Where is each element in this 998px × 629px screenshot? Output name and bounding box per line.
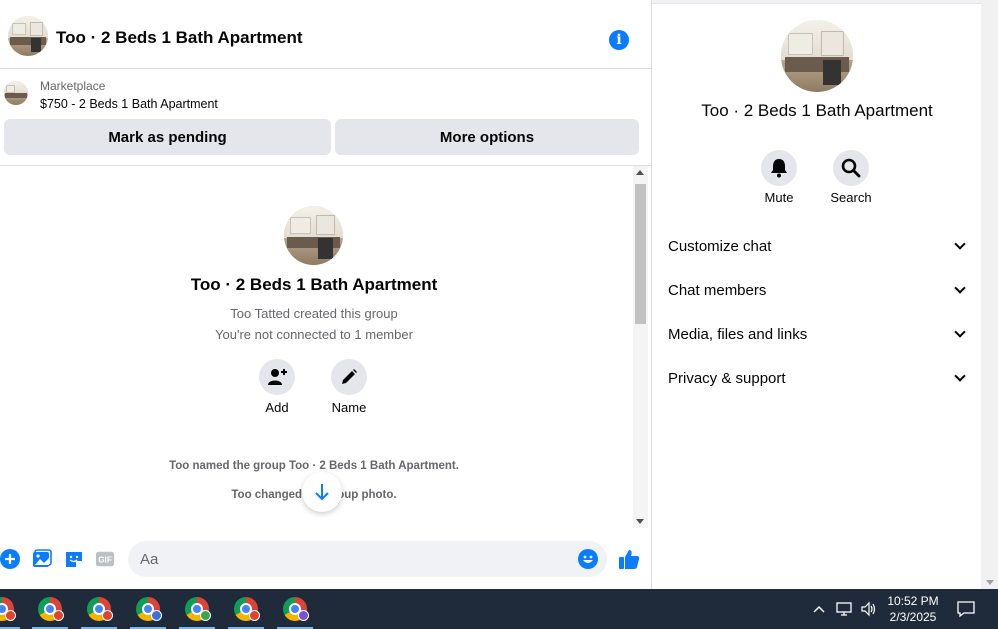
connection-text: You're not connected to 1 member — [215, 327, 413, 342]
clock-time: 10:52 PM — [887, 594, 939, 608]
info-icon[interactable]: i — [609, 30, 629, 50]
scrollbar-thumb[interactable] — [635, 184, 646, 324]
profile-icon — [151, 610, 162, 621]
group-photo — [284, 206, 343, 265]
notifications-icon[interactable] — [956, 589, 976, 629]
tray-chevron-icon[interactable] — [812, 589, 826, 629]
chat-title[interactable]: Too · 2 Beds 1 Bath Apartment — [56, 28, 303, 48]
details-title: Too · 2 Beds 1 Bath Apartment — [701, 101, 933, 120]
search-button[interactable] — [833, 150, 869, 186]
section-label: Customize chat — [668, 237, 772, 255]
profile-icon — [53, 610, 64, 621]
taskbar-chrome-app[interactable] — [77, 589, 121, 629]
plus-icon[interactable] — [0, 549, 20, 569]
screen: Too · 2 Beds 1 Bath Apartment i Marketpl… — [0, 0, 998, 629]
chevron-down-icon — [954, 370, 966, 382]
gif-icon[interactable]: GIF — [95, 549, 115, 569]
image-icon[interactable] — [32, 549, 52, 569]
chevron-down-icon — [954, 238, 966, 250]
sticker-icon[interactable] — [64, 549, 84, 569]
network-icon[interactable] — [836, 589, 854, 629]
scroll-down-arrow[interactable] — [636, 519, 644, 524]
mute-label: Mute — [764, 190, 794, 205]
taskbar-chrome-app[interactable] — [175, 589, 219, 629]
section-chat-members[interactable]: Chat members — [668, 268, 968, 312]
group-title: Too · 2 Beds 1 Bath Apartment — [190, 275, 438, 294]
composer: GIF — [0, 528, 651, 589]
chat-header: Too · 2 Beds 1 Bath Apartment i — [0, 4, 651, 69]
add-label: Add — [265, 400, 289, 415]
like-icon[interactable] — [618, 548, 640, 570]
windows-taskbar: 10:52 PM 2/3/2025 — [0, 589, 998, 629]
search-icon — [841, 158, 861, 178]
taskbar-chrome-app[interactable] — [126, 589, 170, 629]
chevron-down-icon — [954, 326, 966, 338]
profile-icon — [102, 610, 113, 621]
section-media-files-links[interactable]: Media, files and links — [668, 312, 968, 356]
name-group-button[interactable] — [331, 359, 367, 395]
message-input-wrapper — [128, 541, 607, 577]
scroll-up-arrow[interactable] — [636, 170, 644, 175]
pencil-icon — [342, 369, 357, 384]
profile-icon — [298, 610, 309, 621]
add-person-icon — [268, 369, 287, 385]
message-input[interactable] — [140, 541, 570, 577]
details-group-avatar[interactable] — [781, 20, 853, 92]
mute-button[interactable] — [761, 150, 797, 186]
section-customize-chat[interactable]: Customize chat — [668, 224, 968, 268]
profile-icon — [5, 610, 16, 621]
listing-thumbnail[interactable] — [4, 81, 28, 105]
section-privacy-support[interactable]: Privacy & support — [668, 356, 968, 400]
section-label: Privacy & support — [668, 369, 786, 387]
chevron-down-icon — [954, 282, 966, 294]
bell-icon — [771, 159, 787, 178]
clock-date: 2/3/2025 — [889, 610, 937, 624]
section-label: Chat members — [668, 281, 767, 299]
more-options-button[interactable]: More options — [335, 119, 639, 155]
taskbar-chrome-app[interactable] — [28, 589, 72, 629]
arrow-down-icon — [315, 484, 329, 501]
taskbar-chrome-app[interactable] — [0, 589, 24, 629]
system-clock[interactable]: 10:52 PM 2/3/2025 — [880, 593, 946, 625]
search-label: Search — [830, 190, 872, 205]
taskbar-chrome-app[interactable] — [224, 589, 268, 629]
profile-icon — [249, 610, 260, 621]
marketplace-bar: Marketplace $750 - 2 Beds 1 Bath Apartme… — [0, 70, 651, 166]
name-label: Name — [331, 400, 367, 415]
group-avatar[interactable] — [8, 16, 48, 56]
chat-details-pane: Too · 2 Beds 1 Bath Apartment Mute Searc… — [653, 5, 981, 589]
add-member-button[interactable] — [259, 359, 295, 395]
marketplace-label: Marketplace — [40, 79, 106, 93]
taskbar-chrome-app[interactable] — [273, 589, 317, 629]
scroll-down-arrow[interactable] — [986, 580, 994, 585]
scroll-to-bottom-button[interactable] — [302, 472, 342, 512]
message-scrollbar[interactable] — [633, 166, 648, 528]
message-thread[interactable]: Too · 2 Beds 1 Bath Apartment Too Tatted… — [0, 166, 651, 528]
profile-icon — [200, 610, 211, 621]
gif-text: GIF — [98, 556, 112, 565]
section-label: Media, files and links — [668, 325, 808, 343]
page-scrollbar[interactable] — [981, 0, 998, 589]
listing-title[interactable]: $750 - 2 Beds 1 Bath Apartment — [40, 97, 218, 111]
mark-as-pending-button[interactable]: Mark as pending — [4, 119, 331, 155]
group-created-text: Too Tatted created this group — [230, 306, 398, 321]
chat-pane: Too · 2 Beds 1 Bath Apartment i Marketpl… — [0, 0, 652, 589]
system-message: Too named the group Too · 2 Beds 1 Bath … — [169, 460, 459, 472]
volume-icon[interactable] — [860, 589, 878, 629]
emoji-icon[interactable] — [578, 549, 598, 569]
